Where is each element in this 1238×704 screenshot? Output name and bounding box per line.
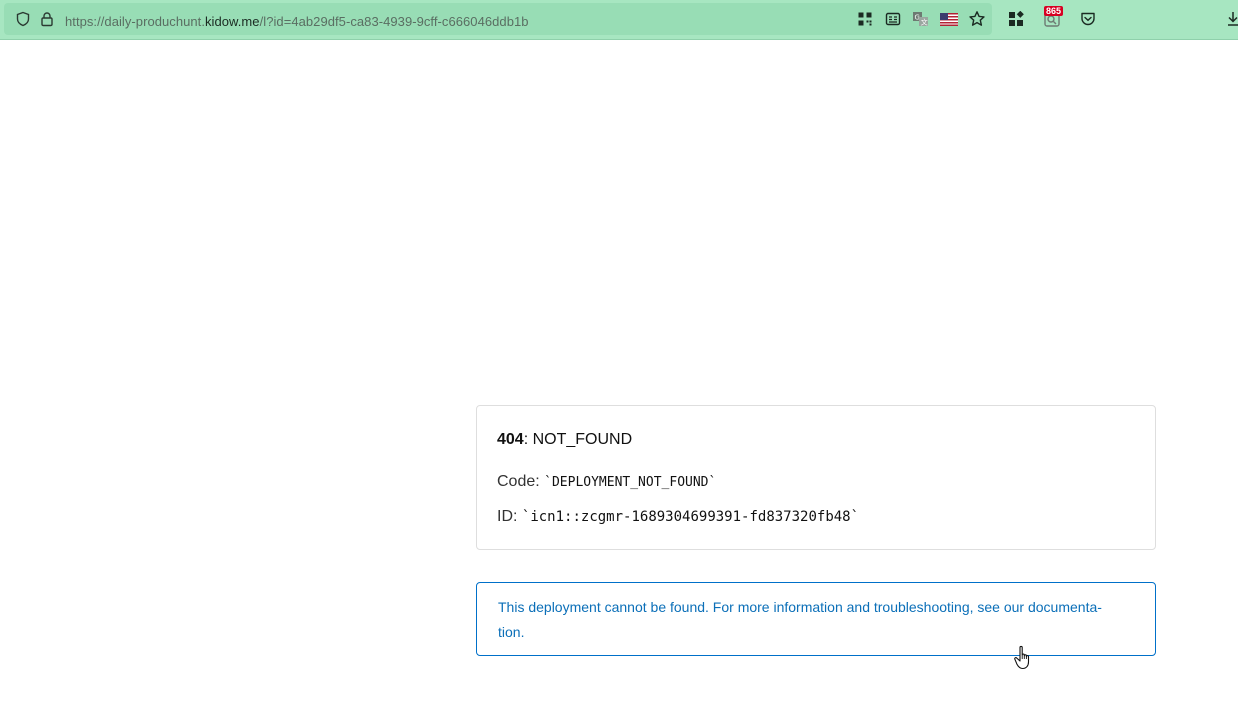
error-code-number: 404 [497, 431, 524, 448]
info-card: This deployment cannot be found. For mor… [476, 582, 1156, 656]
id-value: `icn1::zcgmr-1689304699391-fd837320fb48` [521, 509, 860, 525]
shield-icon[interactable] [14, 10, 32, 28]
lock-icon[interactable] [38, 10, 56, 28]
info-line-2[interactable]: tion. [498, 620, 1128, 645]
hand-cursor-icon [1014, 645, 1030, 670]
code-label: Code: [497, 473, 545, 490]
download-icon[interactable] [1224, 10, 1238, 28]
browser-toolbar: https://daily-produchunt.kidow.me/l?id=4… [0, 0, 1238, 40]
code-value: `DEPLOYMENT_NOT_FOUND` [544, 475, 717, 490]
translate-icon[interactable]: G文 [912, 10, 930, 28]
address-bar[interactable]: https://daily-produchunt.kidow.me/l?id=4… [4, 3, 992, 35]
qr-code-icon[interactable] [856, 10, 874, 28]
bookmark-star-icon[interactable] [968, 10, 986, 28]
id-label: ID: [497, 508, 522, 525]
error-card: 404: NOT_FOUND Code: `DEPLOYMENT_NOT_FOU… [476, 405, 1156, 550]
svg-text:文: 文 [921, 18, 928, 27]
url-host: kidow.me [205, 14, 260, 29]
error-title: 404: NOT_FOUND [497, 431, 632, 449]
reader-view-icon[interactable] [884, 10, 902, 28]
url-suffix: /l?id=4ab29df5-ca83-4939-9cff-c666046ddb… [259, 14, 529, 29]
error-status: : NOT_FOUND [523, 431, 633, 448]
url-prefix: https://daily-produchunt. [65, 14, 205, 29]
error-code-line: Code: `DEPLOYMENT_NOT_FOUND` [497, 473, 716, 491]
pocket-icon[interactable] [1079, 10, 1097, 28]
error-id-line: ID: `icn1::zcgmr-1689304699391-fd837320f… [497, 508, 859, 526]
info-line-1[interactable]: This deployment cannot be found. For mor… [498, 595, 1128, 620]
info-message[interactable]: This deployment cannot be found. For mor… [498, 595, 1128, 645]
url-text[interactable]: https://daily-produchunt.kidow.me/l?id=4… [65, 14, 529, 29]
us-flag-icon[interactable] [940, 10, 958, 28]
notification-badge: 865 [1044, 6, 1064, 16]
extensions-grid-icon[interactable] [1007, 10, 1025, 28]
